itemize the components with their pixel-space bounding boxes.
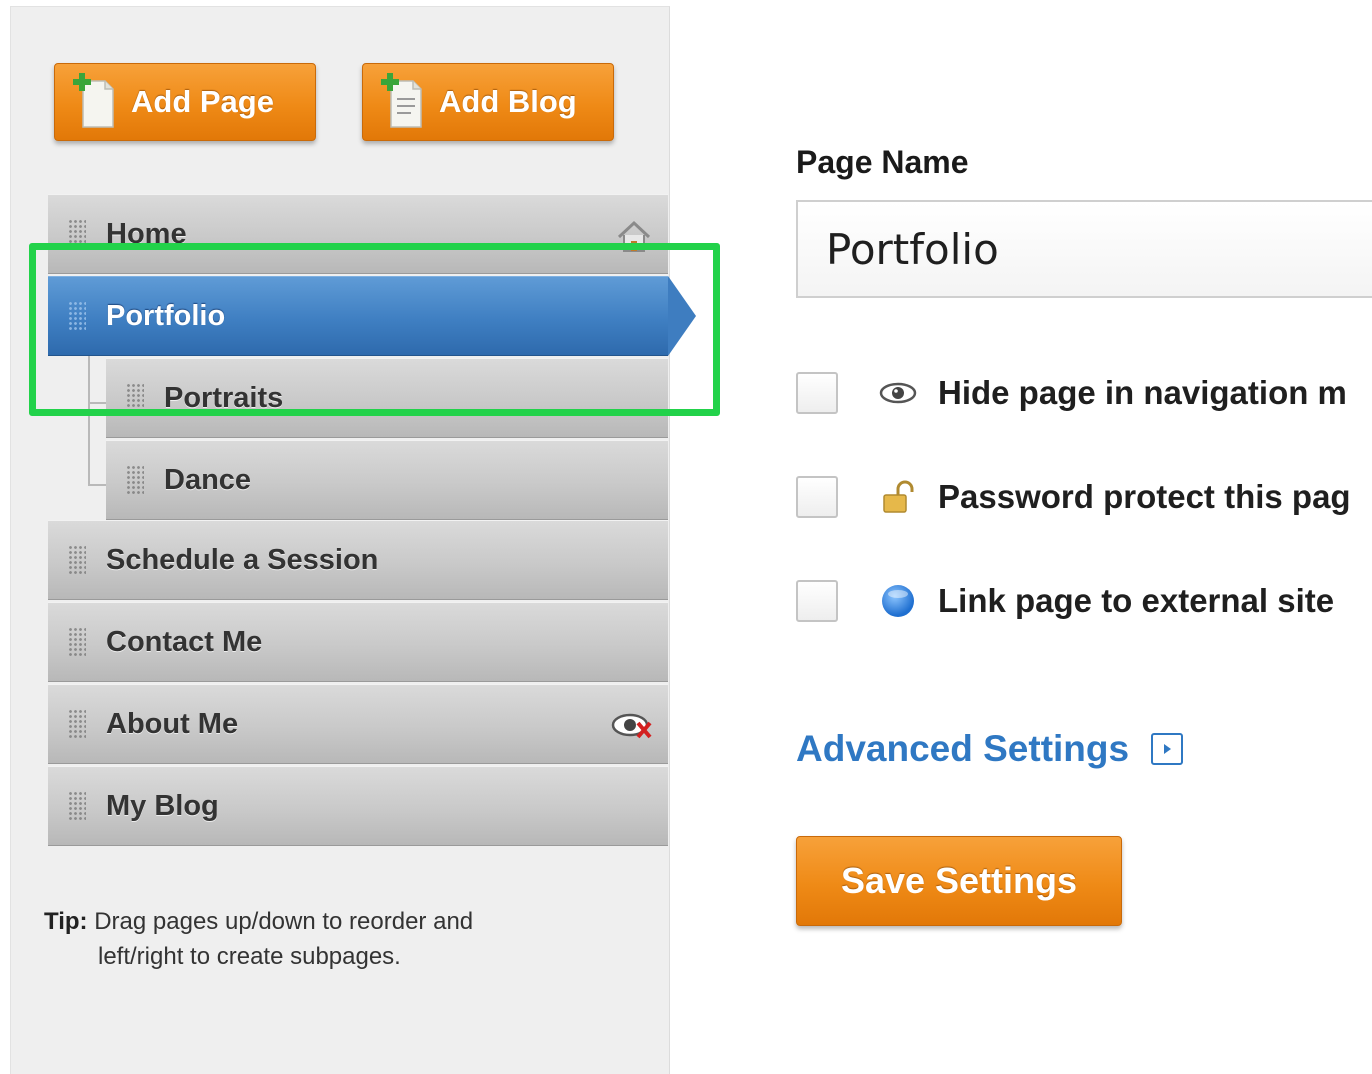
external-link-checkbox[interactable] [796, 580, 838, 622]
drag-handle-icon[interactable] [68, 627, 86, 657]
drag-handle-icon[interactable] [68, 219, 86, 249]
tip-line-2: left/right to create subpages. [98, 943, 401, 970]
advanced-settings-link[interactable]: Advanced Settings [796, 728, 1184, 770]
page-item-dance[interactable]: Dance [106, 440, 668, 520]
hide-in-nav-checkbox[interactable] [796, 372, 838, 414]
page-item-contact[interactable]: Contact Me [48, 602, 668, 682]
selected-pointer [668, 276, 696, 356]
page-item-label: My Blog [106, 789, 219, 822]
page-item-label: Portraits [164, 381, 284, 414]
page-item-label: Dance [164, 463, 252, 496]
add-blog-button[interactable]: Add Blog [362, 63, 614, 141]
eye-icon [878, 373, 918, 413]
page-item-blog[interactable]: My Blog [48, 766, 668, 846]
drag-tip: Tip: Drag pages up/down to reorder and l… [44, 904, 564, 974]
tip-line-1: Drag pages up/down to reorder and [94, 908, 474, 935]
save-settings-button[interactable]: Save Settings [796, 836, 1122, 926]
page-item-portfolio[interactable]: Portfolio [48, 276, 668, 356]
hidden-eye-icon [610, 707, 654, 751]
lock-icon [878, 477, 918, 517]
page-item-label: Contact Me [106, 625, 263, 658]
drag-handle-icon[interactable] [68, 709, 86, 739]
external-link-option: Link page to external site [796, 576, 1334, 626]
page-item-portraits[interactable]: Portraits [106, 358, 668, 438]
drag-handle-icon[interactable] [68, 301, 86, 331]
external-link-label: Link page to external site [938, 582, 1335, 619]
drag-handle-icon[interactable] [126, 465, 144, 495]
page-item-label: Schedule a Session [106, 543, 379, 576]
expand-arrow-icon [1151, 733, 1184, 765]
page-item-label: About Me [106, 707, 239, 740]
globe-icon [878, 581, 918, 621]
home-icon [614, 217, 654, 265]
add-page-button[interactable]: Add Page [54, 63, 316, 141]
add-blog-icon [379, 73, 425, 131]
save-settings-label: Save Settings [840, 860, 1078, 901]
page-item-about[interactable]: About Me [48, 684, 668, 764]
password-protect-option: Password protect this pag [796, 472, 1351, 522]
page-settings-screen: Add Page Add Blog Home Portfolio Portrai… [0, 0, 1372, 1074]
add-page-label: Add Page [131, 84, 274, 119]
tip-prefix: Tip: [44, 908, 88, 935]
page-item-label: Portfolio [106, 299, 226, 332]
page-name-value: Portfolio [826, 224, 999, 274]
page-item-label: Home [106, 217, 187, 250]
page-item-home[interactable]: Home [48, 194, 668, 274]
drag-handle-icon[interactable] [68, 545, 86, 575]
subpage-tree-tick [88, 402, 106, 404]
password-protect-label: Password protect this pag [938, 478, 1351, 515]
hide-in-nav-option: Hide page in navigation m [796, 368, 1347, 418]
add-page-icon [71, 73, 117, 131]
drag-handle-icon[interactable] [68, 791, 86, 821]
hide-in-nav-label: Hide page in navigation m [938, 374, 1347, 411]
page-item-schedule[interactable]: Schedule a Session [48, 520, 668, 600]
page-name-input[interactable]: Portfolio [796, 200, 1372, 298]
add-blog-label: Add Blog [439, 84, 577, 119]
password-protect-checkbox[interactable] [796, 476, 838, 518]
advanced-settings-label: Advanced Settings [796, 728, 1130, 769]
drag-handle-icon[interactable] [126, 383, 144, 413]
page-name-label: Page Name [796, 144, 969, 180]
subpage-tree-line [88, 356, 106, 486]
